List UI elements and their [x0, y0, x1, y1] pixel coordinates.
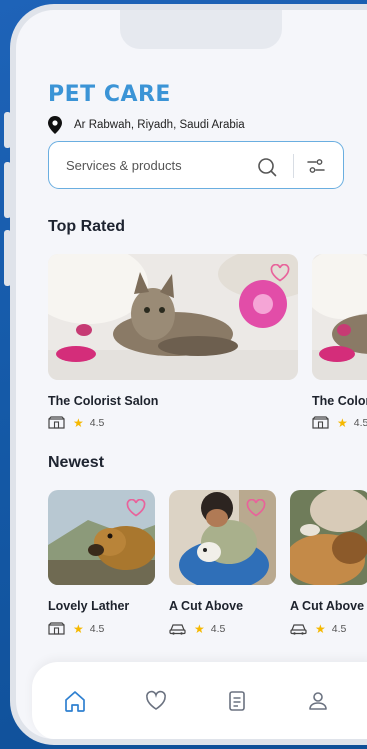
- star-icon: ★: [337, 415, 348, 430]
- bottom-tab-bar: [32, 662, 367, 739]
- search-bar[interactable]: Services & products: [48, 141, 344, 189]
- store-icon: [312, 416, 329, 429]
- card-meta: ★ 4.5: [48, 416, 104, 429]
- card-rating: 4.5: [89, 622, 105, 635]
- car-icon: [169, 624, 186, 635]
- heart-icon[interactable]: [144, 689, 168, 713]
- cat-photo: [312, 254, 367, 380]
- filter-icon[interactable]: [307, 157, 325, 175]
- location-text: Ar Rabwah, Riyadh, Saudi Arabia: [74, 119, 245, 131]
- cat-photo: [48, 254, 298, 380]
- search-placeholder: Services & products: [66, 158, 182, 173]
- app-brand: PET CARE: [48, 82, 171, 107]
- star-icon: ★: [73, 415, 84, 430]
- grooming-photo: [290, 490, 367, 585]
- store-icon: [48, 622, 65, 635]
- card-rating: 4.5: [331, 622, 347, 635]
- search-divider: [293, 154, 294, 178]
- profile-icon[interactable]: [306, 689, 330, 713]
- card-name[interactable]: A Cut Above: [290, 599, 364, 613]
- card-meta: ★ 4.5: [290, 622, 346, 635]
- newest-card-image[interactable]: [290, 490, 367, 585]
- card-rating: 4.5: [89, 416, 105, 429]
- card-rating: 4.5: [210, 622, 226, 635]
- top-rated-card-image[interactable]: [48, 254, 298, 380]
- car-icon: [290, 624, 307, 635]
- card-meta: ★ 4.5: [48, 622, 104, 635]
- favorite-heart-icon[interactable]: [270, 264, 290, 282]
- card-rating: 4.5: [353, 416, 367, 429]
- card-name[interactable]: Lovely Lather: [48, 599, 129, 613]
- card-name[interactable]: The Colorist Salon: [312, 394, 367, 408]
- favorite-heart-icon[interactable]: [126, 499, 146, 517]
- top-rated-card-image[interactable]: [312, 254, 367, 380]
- favorite-heart-icon[interactable]: [246, 499, 266, 517]
- search-icon[interactable]: [257, 157, 277, 177]
- location-row[interactable]: Ar Rabwah, Riyadh, Saudi Arabia: [48, 116, 245, 134]
- location-pin-icon: [48, 116, 62, 134]
- star-icon: ★: [73, 621, 84, 636]
- star-icon: ★: [315, 621, 326, 636]
- card-meta: ★ 4.5: [312, 416, 367, 429]
- card-name[interactable]: A Cut Above: [169, 599, 243, 613]
- orders-icon[interactable]: [225, 689, 249, 713]
- store-icon: [48, 416, 65, 429]
- phone-screen: PET CARE Ar Rabwah, Riyadh, Saudi Arabia…: [10, 4, 367, 745]
- card-meta: ★ 4.5: [169, 622, 225, 635]
- star-icon: ★: [194, 621, 205, 636]
- phone-notch: [120, 10, 282, 49]
- card-name[interactable]: The Colorist Salon: [48, 394, 158, 408]
- newest-title: Newest: [48, 454, 105, 471]
- top-rated-title: Top Rated: [48, 218, 126, 235]
- home-icon[interactable]: [63, 689, 87, 713]
